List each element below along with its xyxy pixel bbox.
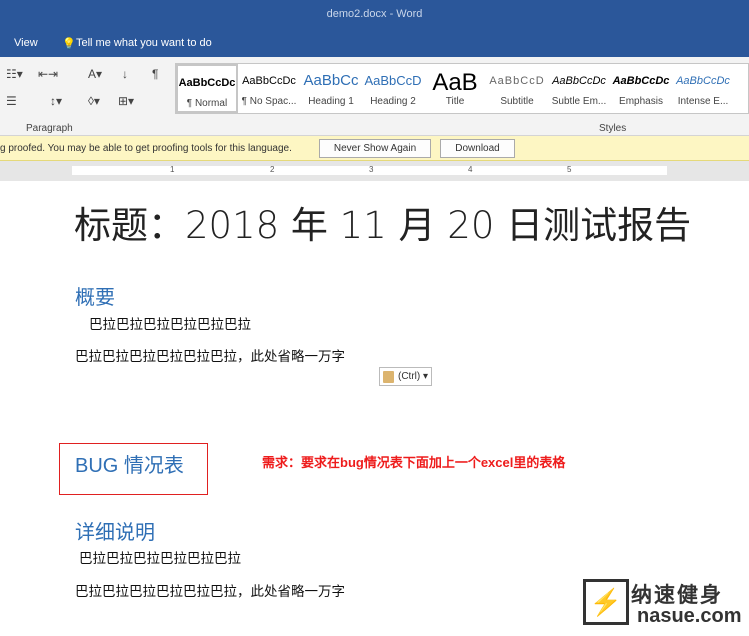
- heading-summary: 概要: [75, 287, 115, 309]
- justify-icon[interactable]: ☰: [6, 94, 17, 108]
- paragraph-group-label: Paragraph: [26, 123, 73, 134]
- paragraph: 巴拉巴拉巴拉巴拉巴拉巴拉: [89, 317, 251, 332]
- paragraph: 巴拉巴拉巴拉巴拉巴拉巴拉: [79, 551, 241, 566]
- style-subtle-em[interactable]: AaBbCcDc Subtle Em...: [548, 64, 610, 113]
- style-sample: AaBbCcD: [489, 75, 545, 87]
- lightbulb-icon: 💡: [62, 38, 76, 50]
- style-label: Heading 2: [370, 96, 416, 107]
- borders-icon[interactable]: ⊞▾: [118, 94, 134, 108]
- line-spacing-icon[interactable]: ↕▾: [50, 94, 62, 108]
- watermark-logo: ⚡ 纳速健身 nasue.com: [583, 579, 748, 636]
- ribbon-tabs: View 💡 Tell me what you want to do: [0, 28, 749, 57]
- message-text: g proofed. You may be able to get proofi…: [0, 143, 292, 154]
- paragraph: 巴拉巴拉巴拉巴拉巴拉巴拉，此处省略一万字: [75, 584, 345, 599]
- style-emphasis[interactable]: AaBbCcDc Emphasis: [610, 64, 672, 113]
- ruler[interactable]: 1 2 3 4 5: [0, 161, 749, 181]
- heading-bug: BUG 情况表: [75, 455, 184, 477]
- logo-icon: ⚡: [583, 579, 629, 625]
- style-label: ¶ Normal: [186, 98, 228, 109]
- style-sample: AaBbCcDc: [178, 77, 236, 89]
- styles-gallery: AaBbCcDc ¶ Normal AaBbCcDc ¶ No Spac... AaBb…: [175, 63, 749, 114]
- asian-layout-icon[interactable]: A▾: [88, 67, 102, 81]
- style-label: Intense E...: [677, 96, 729, 107]
- tell-me-input[interactable]: Tell me what you want to do: [76, 37, 212, 49]
- style-sample: AaBbCcDc: [242, 75, 296, 87]
- style-no-spac[interactable]: AaBbCcDc ¶ No Spac...: [238, 64, 300, 113]
- style-sample: AaBbCcDc: [676, 75, 730, 87]
- sort-icon[interactable]: ↓: [122, 67, 128, 81]
- paragraph: 巴拉巴拉巴拉巴拉巴拉巴拉，此处省略一万字: [75, 349, 345, 364]
- message-bar: g proofed. You may be able to get proofi…: [0, 136, 749, 161]
- style-heading-1[interactable]: AaBbCc Heading 1: [300, 64, 362, 113]
- style-label: Subtle Em...: [551, 96, 607, 107]
- multilevel-list-icon[interactable]: ☷▾: [6, 67, 23, 81]
- shading-icon[interactable]: ◊▾: [88, 94, 100, 108]
- indent-icon[interactable]: ⇤⇥: [38, 67, 58, 81]
- paste-options-label: (Ctrl): [398, 371, 421, 382]
- style-label: Title: [445, 96, 465, 107]
- style-subtitle[interactable]: AaBbCcD Subtitle: [486, 64, 548, 113]
- never-show-again-button[interactable]: Never Show Again: [319, 139, 431, 158]
- style-sample: AaBbCcDc: [612, 75, 670, 87]
- style-label: Subtitle: [500, 96, 534, 107]
- style-sample: AaB: [432, 69, 478, 96]
- tab-view[interactable]: View: [14, 37, 38, 49]
- ribbon: ☷▾ ⇤⇥ A▾ ↓ ¶ ☰ ↕▾ ◊▾ ⊞▾ Paragraph AaBbCc…: [0, 57, 749, 136]
- ruler-number: 1: [170, 165, 175, 174]
- doc-title: 标题：2018 年 11 月 20 日测试报告: [74, 204, 692, 247]
- download-button[interactable]: Download: [440, 139, 515, 158]
- ruler-number: 3: [369, 165, 374, 174]
- document-page[interactable]: 标题：2018 年 11 月 20 日测试报告 概要 巴拉巴拉巴拉巴拉巴拉巴拉 …: [0, 181, 749, 636]
- show-marks-icon[interactable]: ¶: [152, 67, 158, 81]
- style-sample: AaBbCcDc: [552, 75, 606, 87]
- style-heading-2[interactable]: AaBbCcD Heading 2: [362, 64, 424, 113]
- styles-group-label: Styles: [599, 123, 627, 134]
- annotation-note: 需求：要求在bug情况表下面加上一个excel里的表格: [262, 455, 566, 470]
- watermark-en: nasue.com: [637, 605, 742, 627]
- style-label: Heading 1: [308, 96, 354, 107]
- ruler-number: 4: [468, 165, 473, 174]
- style-title[interactable]: AaB Title: [424, 64, 486, 113]
- ruler-number: 5: [567, 165, 572, 174]
- ruler-number: 2: [270, 165, 275, 174]
- heading-detail: 详细说明: [75, 522, 155, 544]
- style-label: Emphasis: [619, 96, 663, 107]
- window-title: demo2.docx - Word: [0, 0, 749, 28]
- style-intense-e[interactable]: AaBbCcDc Intense E...: [672, 64, 734, 113]
- paste-options-button[interactable]: (Ctrl) ▾: [379, 367, 432, 386]
- style-sample: AaBbCcD: [364, 73, 422, 88]
- style-label: ¶ No Spac...: [241, 96, 297, 107]
- clipboard-icon: [383, 371, 394, 383]
- style-normal[interactable]: AaBbCcDc ¶ Normal: [176, 64, 238, 113]
- style-sample: AaBbCc: [303, 72, 359, 89]
